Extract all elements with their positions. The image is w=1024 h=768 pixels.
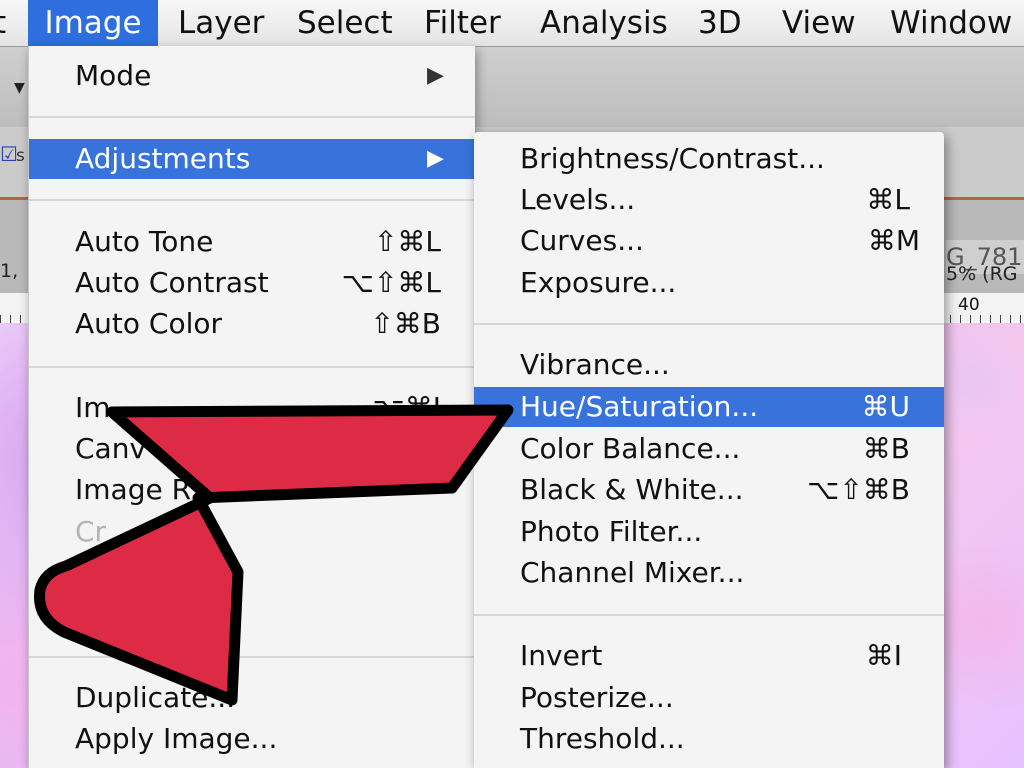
menu-item-label: Duplicate...	[75, 681, 236, 714]
option-label: s	[16, 146, 25, 166]
menu-item-label: Vibrance...	[520, 348, 670, 381]
menu-edit[interactable]: t	[0, 0, 6, 46]
menu-analysis[interactable]: Analysis	[540, 0, 668, 46]
chevron-right-icon: ▶	[427, 146, 444, 171]
menu-separator	[474, 614, 944, 616]
menu-item-auto-tone[interactable]: Auto Tone ⇧⌘L	[29, 222, 475, 262]
menu-item-label: Im	[75, 391, 111, 424]
document-info-left: 1,	[0, 260, 19, 282]
menu-image[interactable]: Image	[28, 0, 158, 46]
menu-item-reveal-all[interactable]: eal All	[29, 594, 475, 634]
shortcut-label: ⌥⇧⌘L	[341, 266, 441, 299]
menu-3d[interactable]: 3D	[698, 0, 742, 46]
menu-item-label: eal All	[129, 597, 215, 630]
ruler-label: 40	[958, 295, 980, 315]
menu-item-label: Hue/Saturation...	[520, 390, 759, 423]
menu-item-exposure[interactable]: Exposure...	[474, 263, 944, 303]
menu-view[interactable]: View	[782, 0, 856, 46]
menu-item-levels[interactable]: Levels... ⌘L	[474, 180, 944, 220]
menu-item-label: Apply Image...	[75, 722, 278, 755]
menu-item-duplicate[interactable]: Duplicate...	[29, 678, 475, 718]
menu-separator	[29, 199, 475, 201]
dropdown-arrow-icon[interactable]: ▼	[14, 80, 25, 96]
menu-item-image-size[interactable]: Im ⌥⌘I	[29, 388, 475, 428]
menu-separator	[29, 656, 475, 658]
menu-item-canvas-size[interactable]: Canv	[29, 429, 475, 469]
menu-separator	[474, 323, 944, 325]
shortcut-label: ⌘L	[866, 183, 910, 216]
menu-item-hue-saturation[interactable]: Hue/Saturation... ⌘U	[474, 387, 944, 427]
chevron-right-icon: ▶	[427, 63, 444, 88]
shortcut-label: ⌘M	[867, 224, 920, 257]
shortcut-label: ⇧⌘B	[370, 307, 441, 340]
menu-item-auto-color[interactable]: Auto Color ⇧⌘B	[29, 304, 475, 344]
menu-item-label: Auto Contrast	[75, 266, 269, 299]
menu-item-label: Levels...	[520, 183, 636, 216]
menu-item-invert[interactable]: Invert ⌘I	[474, 636, 944, 676]
menu-filter[interactable]: Filter	[424, 0, 501, 46]
menu-item-apply-image[interactable]: Apply Image...	[29, 719, 475, 759]
menu-item-curves[interactable]: Curves... ⌘M	[474, 221, 944, 261]
menu-item-label: Photo Filter...	[520, 515, 703, 548]
shortcut-label: ⇧⌘L	[373, 225, 441, 258]
menu-item-mode[interactable]: Mode ▶	[29, 56, 475, 96]
menu-select[interactable]: Select	[297, 0, 393, 46]
menu-item-label: Mode	[75, 59, 152, 92]
menu-layer[interactable]: Layer	[178, 0, 264, 46]
menu-item-label: Auto Tone	[75, 225, 214, 258]
menu-item-label: Auto Color	[75, 307, 223, 340]
menu-item-label: Cr	[75, 515, 107, 548]
menu-item-brightness-contrast[interactable]: Brightness/Contrast...	[474, 139, 944, 179]
menu-item-posterize[interactable]: Posterize...	[474, 678, 944, 718]
menu-window[interactable]: Window	[890, 0, 1012, 46]
shortcut-label: ⌘B	[862, 432, 910, 465]
menu-bar: t Image Layer Select Filter Analysis 3D …	[0, 0, 1024, 47]
menu-item-label: Brightness/Contrast...	[520, 142, 825, 175]
menu-item-label: Invert	[520, 639, 603, 672]
image-menu: Mode ▶ Adjustments ▶ Auto Tone ⇧⌘L Auto …	[28, 46, 475, 768]
menu-item-adjustments[interactable]: Adjustments ▶	[29, 139, 475, 179]
menu-item-color-balance[interactable]: Color Balance... ⌘B	[474, 429, 944, 469]
menu-item-label: Posterize...	[520, 681, 674, 714]
menu-item-auto-contrast[interactable]: Auto Contrast ⌥⇧⌘L	[29, 263, 475, 303]
menu-item-label: Threshold...	[520, 722, 685, 755]
shortcut-label: ⌥⇧⌘B	[807, 473, 910, 506]
menu-item-label: Black & White...	[520, 473, 744, 506]
menu-separator	[29, 116, 475, 118]
menu-item-label: Canv	[75, 432, 147, 465]
shortcut-label: ⌘I	[865, 639, 902, 672]
document-info-right: 5% (RG	[946, 263, 1018, 285]
shortcut-label: ⌥⌘I	[372, 391, 441, 424]
menu-item-label: Adjustments	[75, 142, 251, 175]
menu-item-black-white[interactable]: Black & White... ⌥⇧⌘B	[474, 470, 944, 510]
menu-item-photo-filter[interactable]: Photo Filter...	[474, 512, 944, 552]
menu-item-label: Channel Mixer...	[520, 556, 745, 589]
menu-item-vibrance[interactable]: Vibrance...	[474, 345, 944, 385]
menu-item-label: Exposure...	[520, 266, 677, 299]
menu-item-channel-mixer[interactable]: Channel Mixer...	[474, 553, 944, 593]
menu-item-image-rotation[interactable]: Image R	[29, 470, 475, 510]
adjustments-submenu: Brightness/Contrast... Levels... ⌘L Curv…	[474, 132, 944, 768]
menu-item-crop: Cr	[29, 512, 475, 552]
menu-item-label: Image R	[75, 473, 192, 506]
menu-item-label: Curves...	[520, 224, 644, 257]
menu-item-threshold[interactable]: Threshold...	[474, 719, 944, 759]
menu-item-label: Color Balance...	[520, 432, 741, 465]
menu-separator	[29, 366, 475, 368]
shortcut-label: ⌘U	[861, 390, 911, 423]
